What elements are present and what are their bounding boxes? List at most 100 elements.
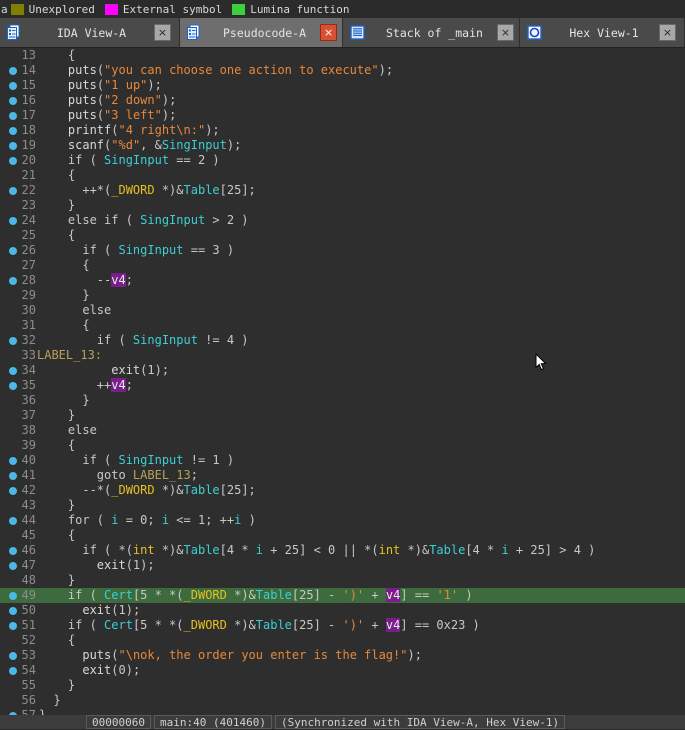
code-line[interactable]: 49 if ( Cert[5 * *(_DWORD *)&Table[25] -… <box>0 588 685 603</box>
code-line[interactable]: 14 puts("you can choose one action to ex… <box>0 63 685 78</box>
breakpoint-marker-icon[interactable] <box>9 517 17 525</box>
breakpoint-marker-icon[interactable] <box>9 667 17 675</box>
code-line[interactable]: 46 if ( *(int *)&Table[4 * i + 25] < 0 |… <box>0 543 685 558</box>
code-text: } <box>37 198 685 213</box>
breakpoint-marker-icon[interactable] <box>9 547 17 555</box>
code-line[interactable]: 29 } <box>0 288 685 303</box>
breakpoint-marker-icon[interactable] <box>9 652 17 660</box>
code-token: + <box>364 588 386 602</box>
code-line[interactable]: 21 { <box>0 168 685 183</box>
code-text: ++*(_DWORD *)&Table[25]; <box>37 183 685 198</box>
code-line[interactable]: 34 exit(1); <box>0 363 685 378</box>
code-line[interactable]: 42 --*(_DWORD *)&Table[25]; <box>0 483 685 498</box>
breakpoint-marker-icon[interactable] <box>9 217 17 225</box>
code-line[interactable]: 35 ++v4; <box>0 378 685 393</box>
code-token: ; <box>125 273 133 287</box>
code-line[interactable]: 17 puts("3 left"); <box>0 108 685 123</box>
breakpoint-marker-icon[interactable] <box>9 97 17 105</box>
code-token: ] == <box>400 588 437 602</box>
breakpoint-marker-icon[interactable] <box>9 187 17 195</box>
code-line[interactable]: 39 { <box>0 438 685 453</box>
breakpoint-marker-icon[interactable] <box>9 67 17 75</box>
code-line[interactable]: 30 else <box>0 303 685 318</box>
code-token: Table <box>183 483 220 497</box>
breakpoint-marker-icon[interactable] <box>9 487 17 495</box>
breakpoint-marker-icon[interactable] <box>9 592 17 600</box>
code-line[interactable]: 19 scanf("%d", &SingInput); <box>0 138 685 153</box>
tab-close-icon[interactable]: × <box>659 24 676 41</box>
line-number: 17 <box>21 108 36 122</box>
breakpoint-marker-icon[interactable] <box>9 622 17 630</box>
breakpoint-marker-icon[interactable] <box>9 337 17 345</box>
code-line[interactable]: 27 { <box>0 258 685 273</box>
code-line[interactable]: 13 { <box>0 48 685 63</box>
code-line[interactable]: 33 LABEL_13: <box>0 348 685 363</box>
code-line[interactable]: 23 } <box>0 198 685 213</box>
breakpoint-marker-icon[interactable] <box>9 247 17 255</box>
code-token: for ( <box>39 513 112 527</box>
tab-close-icon[interactable]: × <box>496 24 514 41</box>
breakpoint-marker-icon[interactable] <box>9 277 17 285</box>
code-line[interactable]: 50 exit(1); <box>0 603 685 618</box>
code-line[interactable]: 48 } <box>0 573 685 588</box>
breakpoint-marker-icon[interactable] <box>9 82 17 90</box>
code-line[interactable]: 40 if ( SingInput != 1 ) <box>0 453 685 468</box>
code-token: --*( <box>39 483 112 497</box>
code-line[interactable]: 53 puts("\nok, the order you enter is th… <box>0 648 685 663</box>
breakpoint-marker-icon[interactable] <box>9 142 17 150</box>
code-line[interactable]: 28 --v4; <box>0 273 685 288</box>
code-token: ')' <box>342 588 365 602</box>
code-line[interactable]: 25 { <box>0 228 685 243</box>
breakpoint-marker-icon[interactable] <box>9 607 17 615</box>
code-line[interactable]: 47 exit(1); <box>0 558 685 573</box>
code-line[interactable]: 51 if ( Cert[5 * *(_DWORD *)&Table[25] -… <box>0 618 685 633</box>
code-line[interactable]: 41 goto LABEL_13; <box>0 468 685 483</box>
code-text: { <box>37 633 685 648</box>
breakpoint-marker-icon[interactable] <box>9 127 17 135</box>
code-token: if ( <box>39 333 133 347</box>
legend-label-unexplored: Unexplored <box>28 2 95 16</box>
code-line[interactable]: 15 puts("1 up"); <box>0 78 685 93</box>
breakpoint-marker-icon[interactable] <box>9 562 17 570</box>
code-line[interactable]: 38 else <box>0 423 685 438</box>
code-line[interactable]: 43 } <box>0 498 685 513</box>
tab-stack-of-main[interactable]: Stack of _main × <box>343 18 520 47</box>
breakpoint-marker-icon[interactable] <box>9 472 17 480</box>
code-token: if ( *( <box>39 543 133 557</box>
code-token: { <box>67 48 76 62</box>
code-line[interactable]: 52 { <box>0 633 685 648</box>
pseudocode-editor[interactable]: 13 {14 puts("you can choose one action t… <box>0 48 685 729</box>
code-token: SingInput <box>118 243 184 257</box>
tab-hex-view-1[interactable]: Hex View-1 × <box>520 18 685 47</box>
tab-close-icon[interactable]: × <box>320 24 338 41</box>
breakpoint-marker-icon[interactable] <box>9 157 17 165</box>
code-line[interactable]: 20 if ( SingInput == 2 ) <box>0 153 685 168</box>
code-line[interactable]: 18 printf("4 right\n:"); <box>0 123 685 138</box>
code-line[interactable]: 37 } <box>0 408 685 423</box>
code-line[interactable]: 36 } <box>0 393 685 408</box>
breakpoint-marker-icon[interactable] <box>9 457 17 465</box>
code-line[interactable]: 45 { <box>0 528 685 543</box>
line-number: 55 <box>21 678 36 692</box>
code-line[interactable]: 55 } <box>0 678 685 693</box>
code-line[interactable]: 24 else if ( SingInput > 2 ) <box>0 213 685 228</box>
code-line[interactable]: 31 { <box>0 318 685 333</box>
code-token: puts <box>82 648 112 662</box>
breakpoint-marker-icon[interactable] <box>9 367 17 375</box>
line-number: 34 <box>21 363 36 377</box>
code-line[interactable]: 32 if ( SingInput != 4 ) <box>0 333 685 348</box>
breakpoint-marker-icon[interactable] <box>9 382 17 390</box>
code-line[interactable]: 26 if ( SingInput == 3 ) <box>0 243 685 258</box>
code-line[interactable]: 16 puts("2 down"); <box>0 93 685 108</box>
code-line[interactable]: 56 } <box>0 693 685 708</box>
code-token: != 4 ) <box>197 333 249 347</box>
tab-ida-view-a[interactable]: IDA View-A × <box>0 18 180 47</box>
code-line[interactable]: 44 for ( i = 0; i <= 1; ++i ) <box>0 513 685 528</box>
code-line[interactable]: 54 exit(0); <box>0 663 685 678</box>
code-line[interactable]: 22 ++*(_DWORD *)&Table[25]; <box>0 183 685 198</box>
tab-close-icon[interactable]: × <box>154 24 171 41</box>
breakpoint-marker-icon[interactable] <box>9 112 17 120</box>
tab-pseudocode-a[interactable]: Pseudocode-A × <box>180 18 343 47</box>
code-token: ( <box>96 93 105 107</box>
